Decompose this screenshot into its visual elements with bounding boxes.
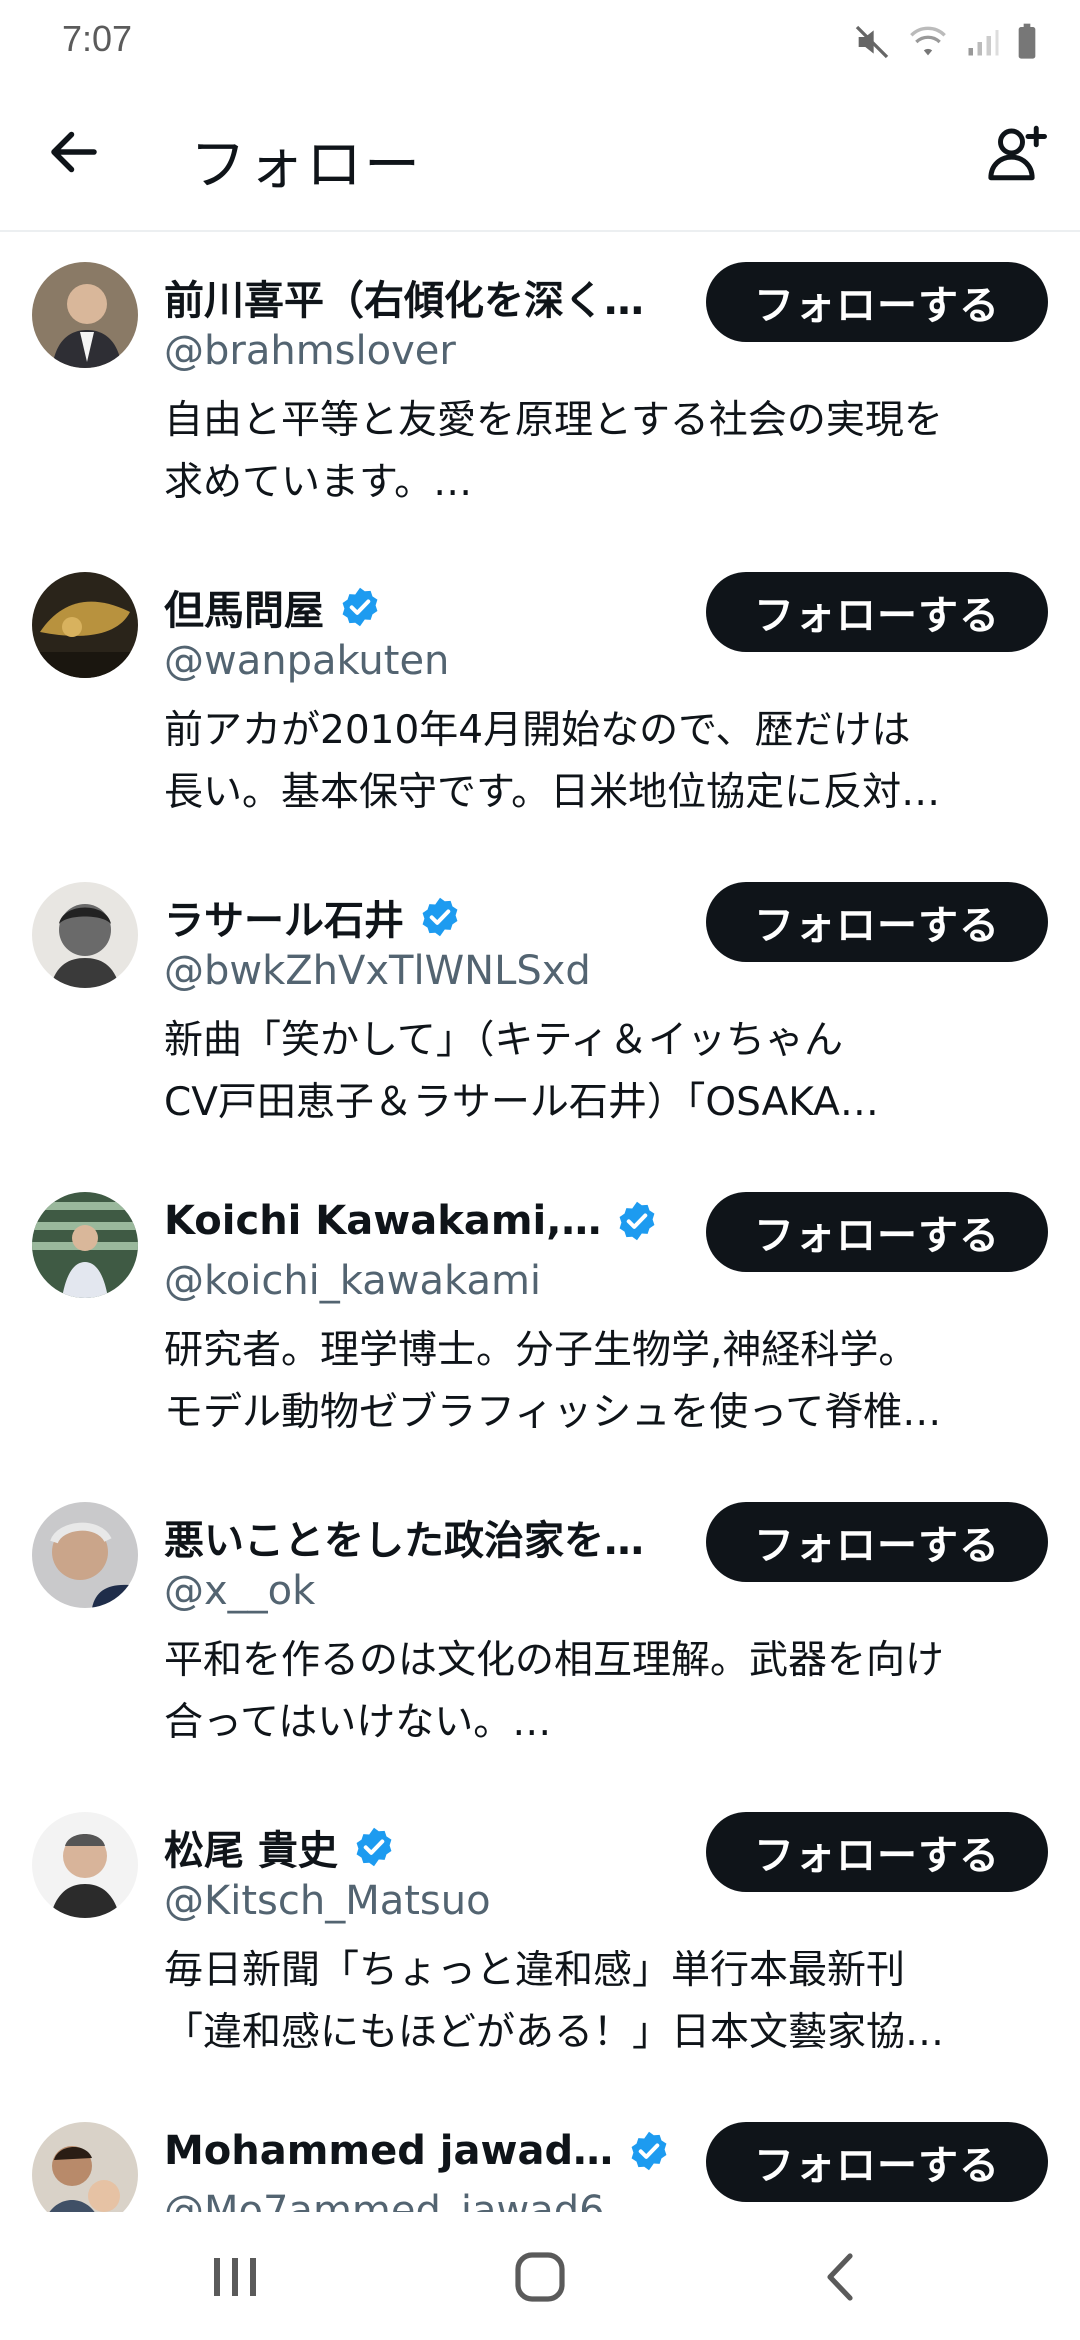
user-handle: @wanpakuten [164,638,450,684]
avatar[interactable] [32,1812,138,1918]
follow-button[interactable]: フォローする [706,1502,1048,1582]
user-bio: 研究者。理学博士。分子生物学,神経科学。 モデル動物ゼブラフィッシュを使って脊椎… [164,1328,942,1435]
battery-icon [1018,23,1036,59]
list-item[interactable]: Koichi Kawakami,… @koichi_kawakami 研究者。理… [0,1162,1080,1472]
avatar[interactable] [32,1502,138,1608]
follow-button[interactable]: フォローする [706,572,1048,652]
status-time: 7:07 [62,18,133,59]
user-handle: @Kitsch_Matsuo [164,1878,491,1924]
verified-badge-icon [356,1827,392,1867]
list-item[interactable]: 但馬問屋 @wanpakuten 前アカが2010年4月開始なので、歴だけは 長… [0,542,1080,852]
avatar[interactable] [32,262,138,368]
user-bio: 平和を作るのは文化の相互理解。武器を向け 合ってはいけない。… [164,1638,945,1745]
add-user-icon[interactable] [984,120,1050,186]
list-item[interactable]: ラサール石井 @bwkZhVxTlWNLSxd 新曲「笑かして」（キティ＆イッち… [0,852,1080,1162]
user-name: Mohammed jawad… [164,2128,614,2174]
mute-icon [855,25,889,59]
wifi-icon [910,26,946,56]
follow-button[interactable]: フォローする [706,262,1048,342]
user-handle: @x__ok [164,1568,316,1614]
user-handle: @brahmslover [164,328,456,374]
verified-badge-icon [620,1201,655,1241]
follow-button[interactable]: フォローする [706,2122,1048,2202]
user-name: 但馬問屋 [164,588,324,634]
follow-button[interactable]: フォローする [706,1192,1048,1272]
avatar[interactable] [32,1192,138,1298]
avatar[interactable] [32,882,138,988]
avatar[interactable] [32,2122,138,2212]
user-name: 松尾 貴史 [164,1828,338,1874]
user-bio: 自由と平等と友愛を原理とする社会の実現を 求めています。… [164,398,943,505]
following-list: 前川喜平（右傾化を深く… @brahmslover 自由と平等と友愛を原理とする… [0,232,1080,2212]
list-item[interactable]: 悪いことをした政治家を… @x__ok 平和を作るのは文化の相互理解。武器を向け… [0,1472,1080,1782]
list-item[interactable]: 松尾 貴史 @Kitsch_Matsuo 毎日新聞「ちょっと違和感」単行本最新刊… [0,1782,1080,2092]
avatar[interactable] [32,572,138,678]
top-app-bar: フォロー [0,84,1080,232]
back-icon[interactable] [812,2252,872,2302]
user-handle: @koichi_kawakami [164,1258,542,1304]
user-handle: @bwkZhVxTlWNLSxd [164,948,591,994]
recent-apps-icon[interactable] [206,2252,266,2302]
user-name: ラサール石井 [164,898,404,944]
user-handle: @Mo7ammed_jawad6 [164,2188,605,2212]
list-item[interactable]: 前川喜平（右傾化を深く… @brahmslover 自由と平等と友愛を原理とする… [0,232,1080,542]
status-bar: 7:07 [0,0,1080,84]
home-icon[interactable] [510,2252,570,2302]
follow-button[interactable]: フォローする [706,882,1048,962]
list-item[interactable]: Mohammed jawad… @Mo7ammed_jawad6 フォローする [0,2092,1080,2212]
user-bio: 新曲「笑かして」（キティ＆イッちゃん CV戸田恵子＆ラサール石井）「OSAKA… [164,1018,879,1125]
user-name: 前川喜平（右傾化を深く… [164,278,644,324]
page-title: フォロー [190,133,422,198]
verified-badge-icon [342,587,378,627]
user-name: 悪いことをした政治家を… [164,1518,644,1564]
user-name: Koichi Kawakami,… [164,1198,602,1244]
verified-badge-icon [422,897,458,937]
signal-icon [968,30,999,56]
user-bio: 前アカが2010年4月開始なので、歴だけは 長い。基本保守です。日米地位協定に反… [164,708,941,815]
arrow-left-icon[interactable] [44,122,104,182]
user-bio: 毎日新聞「ちょっと違和感」単行本最新刊 「違和感にもほどがある！」日本文藝家協… [164,1948,945,2055]
system-nav-bar [0,2212,1080,2340]
verified-badge-icon [631,2131,667,2171]
follow-button[interactable]: フォローする [706,1812,1048,1892]
